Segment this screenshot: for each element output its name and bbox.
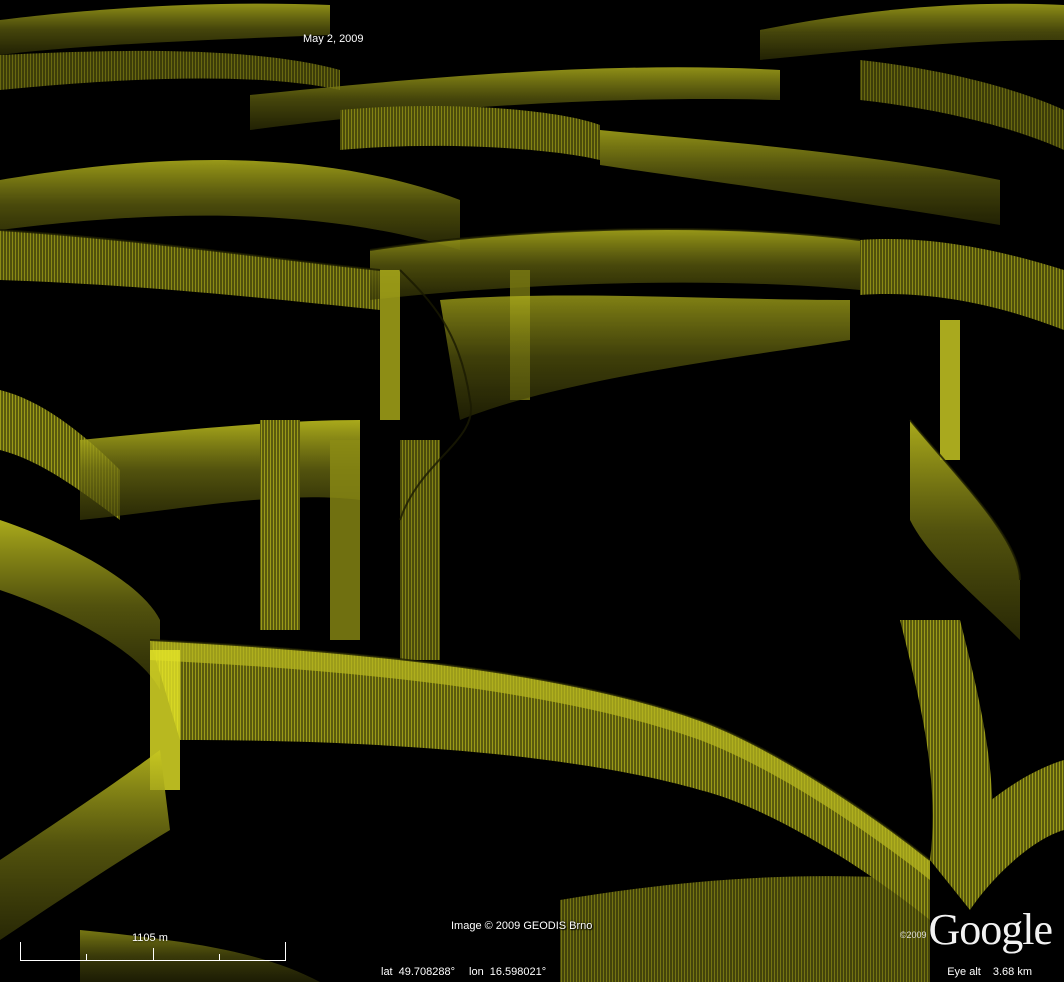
lat-value: 49.708288° (398, 966, 456, 978)
date-label: May 2, 2009 (303, 33, 364, 45)
coordinates-readout: lat 49.708288° lon 16.598021° (381, 966, 552, 978)
scale-tick (153, 948, 154, 961)
lon-value: 16.598021° (489, 966, 547, 978)
extruded-boundary-walls (0, 3, 1064, 982)
map-viewport[interactable]: May 2, 2009 Image © 2009 GEODIS Brno 110… (0, 0, 1064, 982)
google-logo-icon: ©2009 Google (899, 900, 1053, 954)
logo-year: ©2009 (899, 930, 927, 940)
scale-tick (285, 942, 286, 961)
scale-bar: 1105 m (20, 932, 287, 962)
scale-tick (86, 954, 87, 961)
scale-label: 1105 m (132, 932, 168, 944)
eye-alt-label: Eye alt (947, 966, 981, 978)
eye-alt-value: 3.68 km (992, 966, 1032, 978)
scale-tick (20, 942, 21, 961)
logo-word: Google (928, 905, 1053, 954)
lat-label: lat (381, 966, 393, 978)
imagery-copyright: Image © 2009 GEODIS Brno (451, 920, 593, 932)
eye-altitude-readout: Eye alt 3.68 km (947, 966, 1032, 978)
scale-tick (219, 954, 220, 961)
lon-label: lon (469, 966, 484, 978)
